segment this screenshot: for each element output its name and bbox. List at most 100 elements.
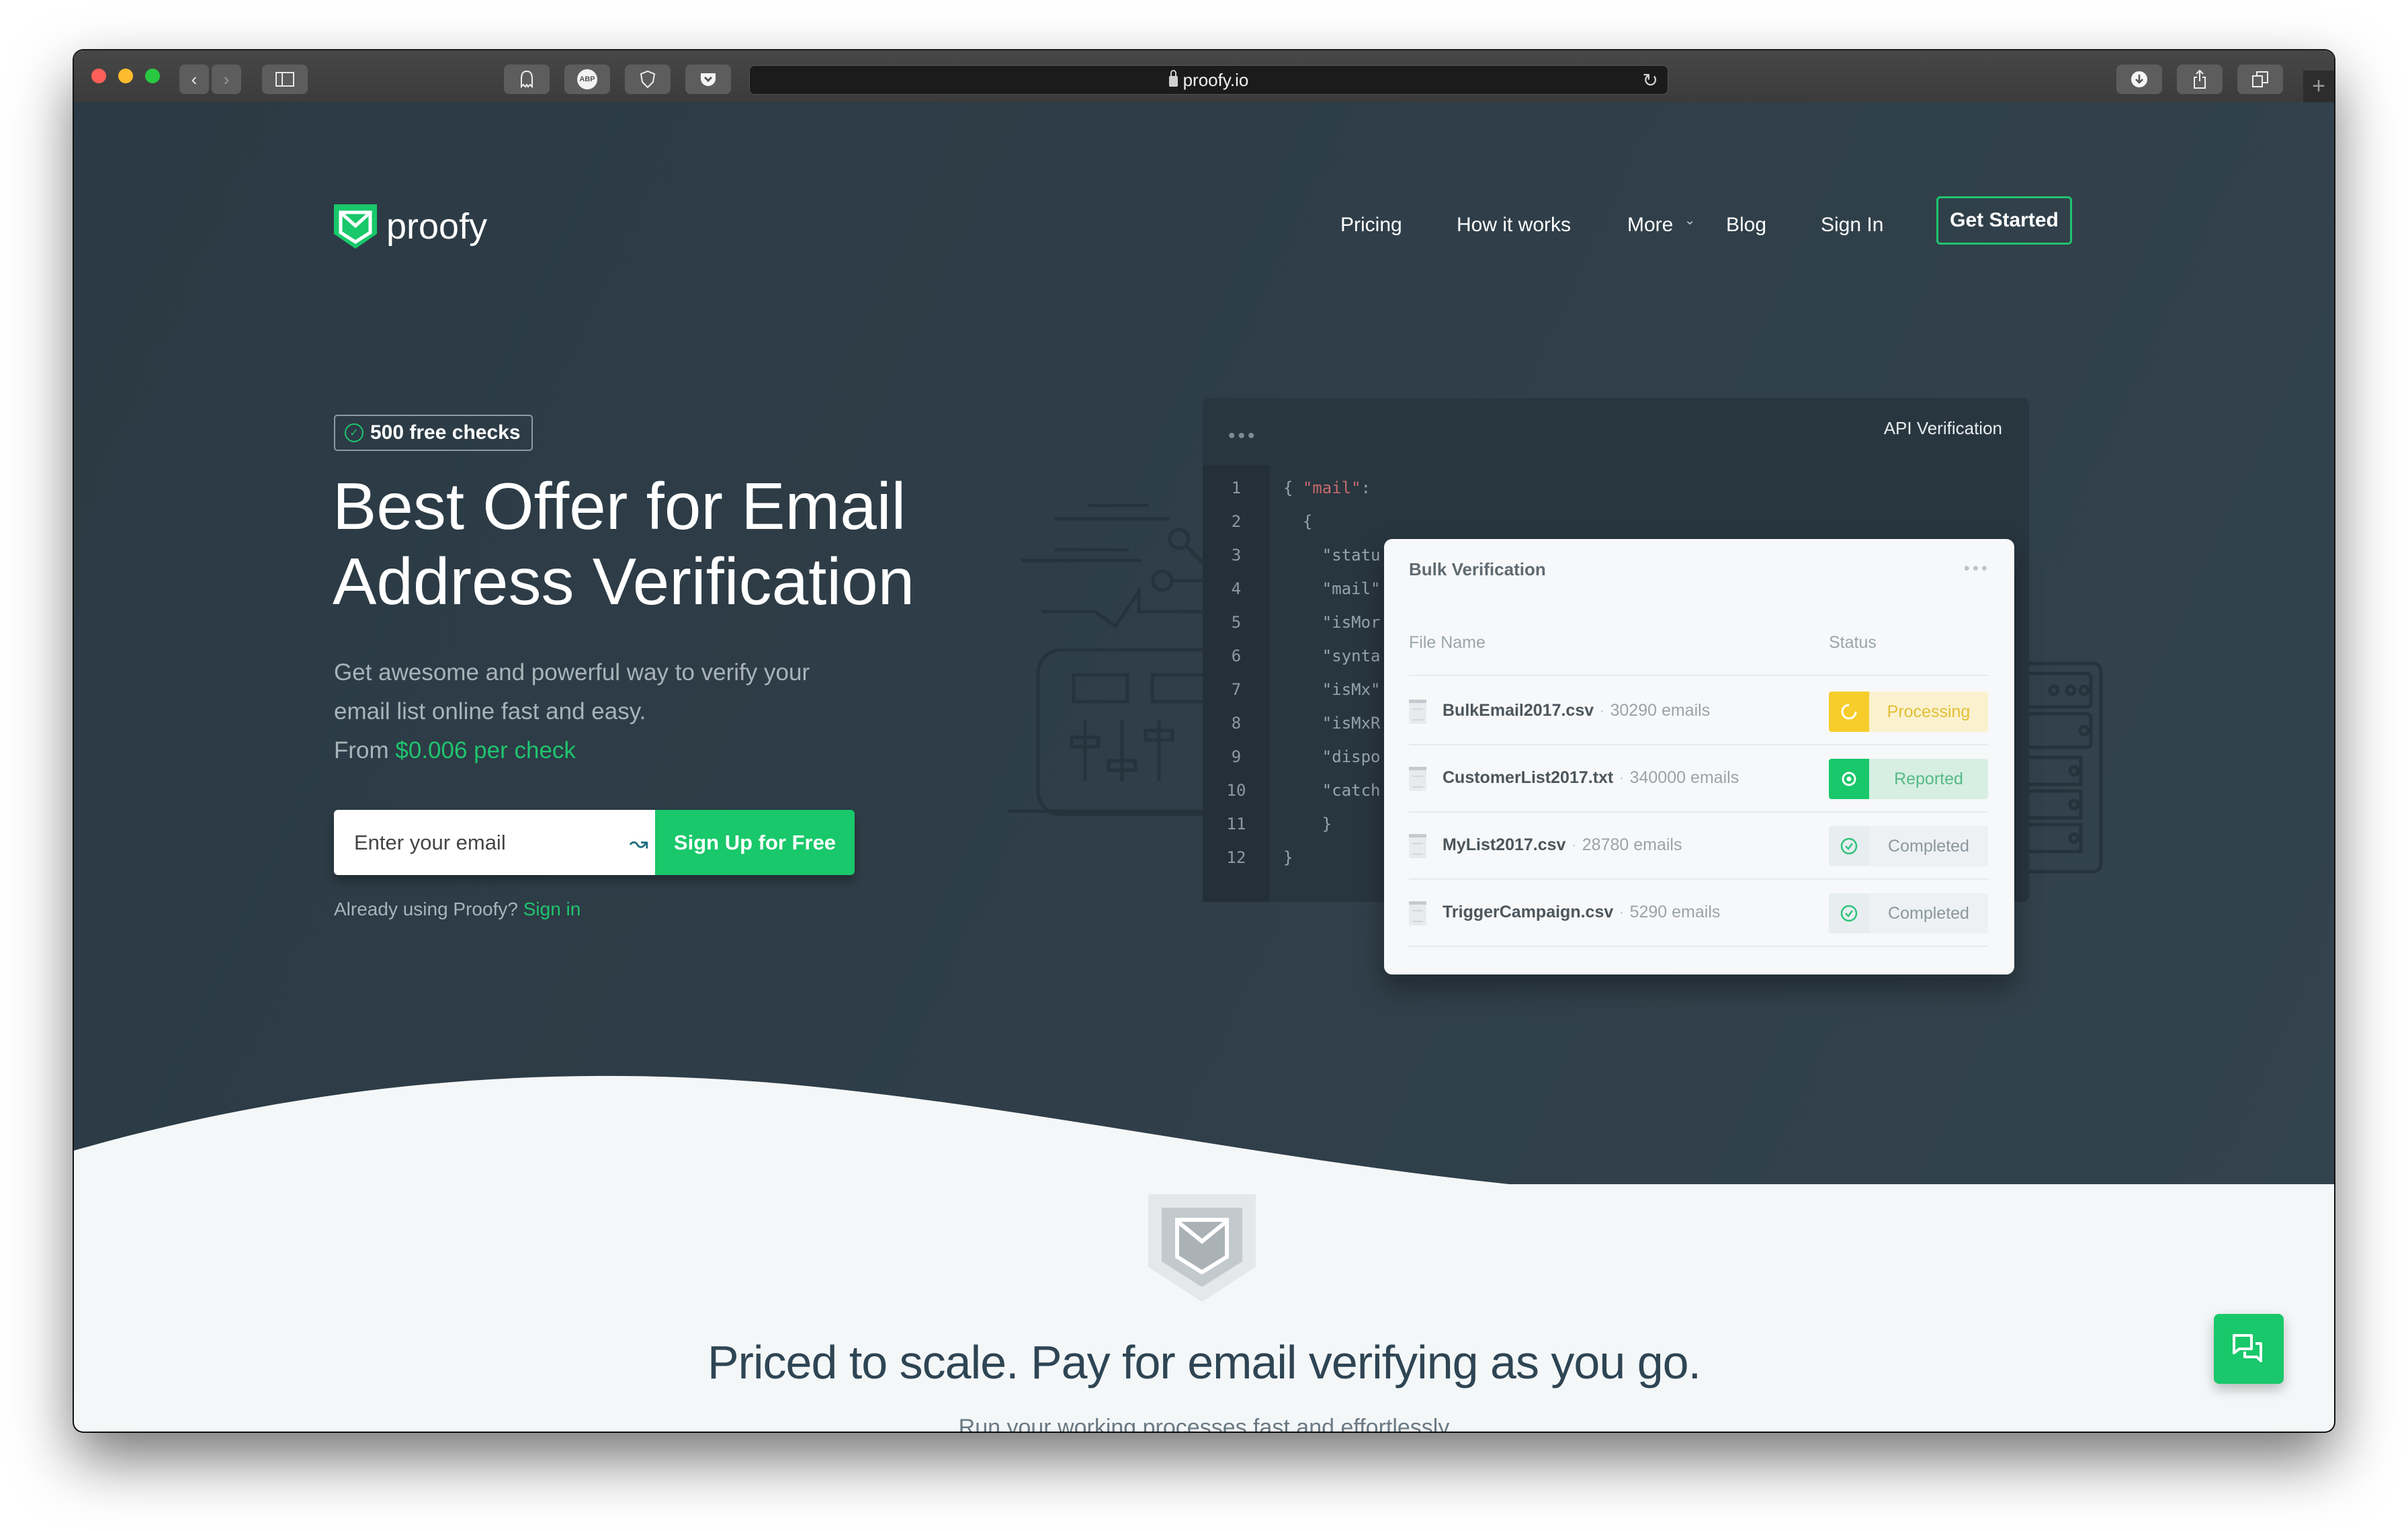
pocket-extension-button[interactable] xyxy=(685,65,731,94)
plus-icon: + xyxy=(2312,73,2325,99)
code-text: } xyxy=(1283,848,1293,867)
share-button[interactable] xyxy=(2177,65,2223,94)
check-circle-icon xyxy=(1829,893,1869,934)
file-name: CustomerList2017.txt · 340000 emails xyxy=(1443,768,1739,788)
nav-sign-in[interactable]: Sign In xyxy=(1821,214,1883,237)
file-icon xyxy=(1409,834,1426,858)
code-line: "mail" xyxy=(1283,579,1381,613)
email-count: 340000 emails xyxy=(1629,768,1739,787)
line-number: 10 xyxy=(1226,781,1246,800)
headline-line-2: Address Verification xyxy=(333,544,915,618)
file-row[interactable]: MyList2017.csv · 28780 emails Completed xyxy=(1409,811,1988,880)
reload-icon[interactable]: ↻ xyxy=(1643,69,1658,91)
email-input[interactable] xyxy=(334,810,655,875)
file-title: BulkEmail2017.csv xyxy=(1443,701,1594,720)
file-title: TriggerCampaign.csv xyxy=(1443,903,1614,921)
chevron-down-icon: ⌄ xyxy=(1684,213,1696,228)
api-window-title: API Verification xyxy=(1883,418,2002,438)
file-icon xyxy=(1409,700,1426,724)
already-label: Already using Proofy? xyxy=(334,899,523,919)
code-line: "isMxR xyxy=(1283,714,1381,747)
browser-toolbar: ‹ › ABP proofy.io ↻ + xyxy=(74,50,2334,104)
separator-dot: · xyxy=(1619,768,1625,787)
url-text: proofy.io xyxy=(1182,69,1249,90)
pocket-icon xyxy=(701,73,716,86)
download-icon xyxy=(2131,71,2147,87)
nav-more[interactable]: More ⌄ xyxy=(1627,213,1696,237)
pricing-subtitle: Run your working processes fast and effo… xyxy=(958,1415,1450,1432)
privacy-shield-icon xyxy=(640,70,656,89)
code-line: "catch xyxy=(1283,781,1381,815)
downloads-button[interactable] xyxy=(2116,65,2162,94)
window-dots-icon: ••• xyxy=(1228,425,1258,447)
back-button[interactable]: ‹ xyxy=(179,65,209,94)
line-number: 12 xyxy=(1226,848,1246,867)
line-number: 11 xyxy=(1226,815,1246,833)
nav-blog[interactable]: Blog xyxy=(1726,214,1766,237)
file-row[interactable]: TriggerCampaign.csv · 5290 emails Completed xyxy=(1409,878,1988,947)
autofill-helper-icon[interactable]: ↝ xyxy=(630,830,649,857)
free-checks-badge: ✓ 500 free checks xyxy=(334,415,533,451)
line-number: 3 xyxy=(1231,546,1242,565)
subtitle-line-2: email list online fast and easy. xyxy=(334,698,646,725)
new-tab-button[interactable]: + xyxy=(2303,71,2334,102)
forward-button[interactable]: › xyxy=(212,65,241,94)
more-options-icon[interactable]: ••• xyxy=(1964,558,1990,579)
code-text: "catch xyxy=(1283,781,1381,800)
nav-more-label: More xyxy=(1627,214,1674,236)
nav-how-it-works[interactable]: How it works xyxy=(1457,214,1571,237)
sign-in-link[interactable]: Sign in xyxy=(523,899,581,919)
status-label: Processing xyxy=(1869,692,1988,732)
pricing-shield-icon xyxy=(1148,1194,1256,1302)
minimize-window-button[interactable] xyxy=(118,69,133,83)
email-input-wrapper: ↝ xyxy=(334,810,655,875)
privacy-extension-button[interactable] xyxy=(625,65,671,94)
status-label: Reported xyxy=(1869,759,1988,799)
close-window-button[interactable] xyxy=(91,69,106,83)
hero-headline: Best Offer for Email Address Verificatio… xyxy=(333,468,914,619)
ghostery-icon xyxy=(521,70,533,89)
ghostery-extension-button[interactable] xyxy=(504,65,550,94)
sidebar-toggle-button[interactable] xyxy=(262,65,308,94)
get-started-button[interactable]: Get Started xyxy=(1936,196,2072,245)
line-number: 5 xyxy=(1231,613,1242,632)
tab-overview-button[interactable] xyxy=(2237,65,2283,94)
bulk-verification-card: Bulk Verification ••• File Name Status B… xyxy=(1384,539,2014,975)
code-string: "mail" xyxy=(1302,479,1361,497)
adblock-plus-icon: ABP xyxy=(577,69,597,89)
sign-up-free-button[interactable]: Sign Up for Free xyxy=(655,810,855,875)
code-text: } xyxy=(1283,815,1332,833)
code-text: { xyxy=(1283,479,1303,497)
chevron-right-icon: › xyxy=(223,69,230,89)
line-number: 6 xyxy=(1231,647,1242,665)
adblock-extension-button[interactable]: ABP xyxy=(564,65,610,94)
bulk-card-title: Bulk Verification xyxy=(1409,559,1546,579)
check-circle-icon xyxy=(1829,826,1869,866)
record-icon xyxy=(1829,759,1869,799)
file-title: CustomerList2017.txt xyxy=(1443,768,1614,787)
code-text: "dispo xyxy=(1283,747,1381,766)
column-header-file-name: File Name xyxy=(1409,633,1486,652)
code-line: { xyxy=(1283,512,1381,546)
file-name: BulkEmail2017.csv · 30290 emails xyxy=(1443,701,1710,720)
email-count: 28780 emails xyxy=(1582,835,1682,854)
tabs-overview-icon xyxy=(2252,71,2268,87)
table-header: File Name Status xyxy=(1409,633,1988,676)
json-code-block: { "mail": { "statu "mail" "isMor "synta … xyxy=(1283,479,1381,882)
file-row[interactable]: CustomerList2017.txt · 340000 emails Report… xyxy=(1409,744,1988,813)
status-label: Completed xyxy=(1869,893,1988,934)
code-text: "mail" xyxy=(1283,579,1381,598)
status-badge: Completed xyxy=(1829,826,1988,866)
check-circle-icon: ✓ xyxy=(345,423,363,442)
code-line: "dispo xyxy=(1283,747,1381,781)
chat-button[interactable] xyxy=(2214,1314,2284,1384)
line-number: 1 xyxy=(1231,479,1242,497)
file-icon xyxy=(1409,767,1426,791)
nav-pricing[interactable]: Pricing xyxy=(1340,214,1402,237)
file-icon xyxy=(1409,901,1426,925)
separator-dot: · xyxy=(1571,835,1577,854)
zoom-window-button[interactable] xyxy=(145,69,160,83)
address-bar[interactable]: proofy.io ↻ xyxy=(749,65,1668,95)
column-header-status: Status xyxy=(1829,633,1877,652)
file-row[interactable]: BulkEmail2017.csv · 30290 emails Processing xyxy=(1409,677,1988,745)
